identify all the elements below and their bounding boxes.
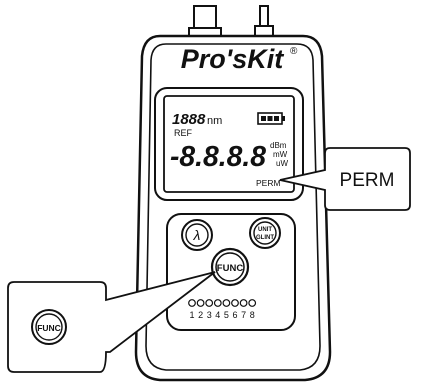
led-number-2: 2 bbox=[198, 310, 203, 320]
led-indicator-3 bbox=[205, 299, 214, 307]
led-indicator-6 bbox=[231, 299, 239, 307]
wavelength-digits: 1888 bbox=[172, 111, 206, 128]
connector-ports bbox=[188, 5, 274, 37]
brand-name: Pro'sKit bbox=[181, 44, 284, 74]
led-indicator-7 bbox=[239, 299, 248, 307]
led-indicator-2 bbox=[196, 299, 205, 307]
device-diagram: Pro'sKit ® 1888 nm REF -8.8.8.8 dBm mW u… bbox=[7, 5, 411, 382]
led-indicator-4 bbox=[213, 299, 222, 307]
unit-uw: uW bbox=[276, 159, 288, 168]
unit-dbm: dBm bbox=[270, 141, 287, 150]
unit-glint-button[interactable]: UNIT GLINT bbox=[249, 217, 281, 249]
perm-indicator: PERM bbox=[256, 178, 281, 188]
led-indicator-8 bbox=[248, 299, 257, 307]
brand-logo: Pro'sKit ® bbox=[181, 44, 298, 74]
unit-label: UNIT bbox=[258, 227, 272, 233]
lambda-button-label: λ bbox=[193, 227, 201, 243]
lambda-button[interactable]: λ bbox=[181, 219, 213, 251]
led-indicator-1 bbox=[188, 299, 196, 307]
led-number-8: 8 bbox=[250, 310, 255, 320]
led-number-4: 4 bbox=[215, 310, 220, 320]
led-indicator-5 bbox=[222, 299, 231, 307]
unit-mw: mW bbox=[273, 150, 288, 159]
func-callout-label: FUNC bbox=[37, 323, 61, 333]
func-button[interactable]: FUNC bbox=[210, 247, 250, 287]
glint-label: GLINT bbox=[256, 235, 274, 241]
ref-label: REF bbox=[174, 128, 193, 138]
func-button-label: FUNC bbox=[217, 263, 244, 274]
battery-icon bbox=[257, 112, 285, 125]
registered-mark: ® bbox=[290, 46, 298, 57]
led-number-3: 3 bbox=[207, 310, 212, 320]
led-number-1: 1 bbox=[189, 310, 194, 320]
perm-callout-label: PERM bbox=[340, 170, 395, 191]
led-number-6: 6 bbox=[232, 310, 237, 320]
func-callout-button: FUNC bbox=[31, 309, 67, 345]
led-number-5: 5 bbox=[224, 310, 229, 320]
wavelength-unit: nm bbox=[207, 115, 222, 127]
led-number-7: 7 bbox=[241, 310, 246, 320]
main-readout: -8.8.8.8 bbox=[170, 141, 267, 173]
